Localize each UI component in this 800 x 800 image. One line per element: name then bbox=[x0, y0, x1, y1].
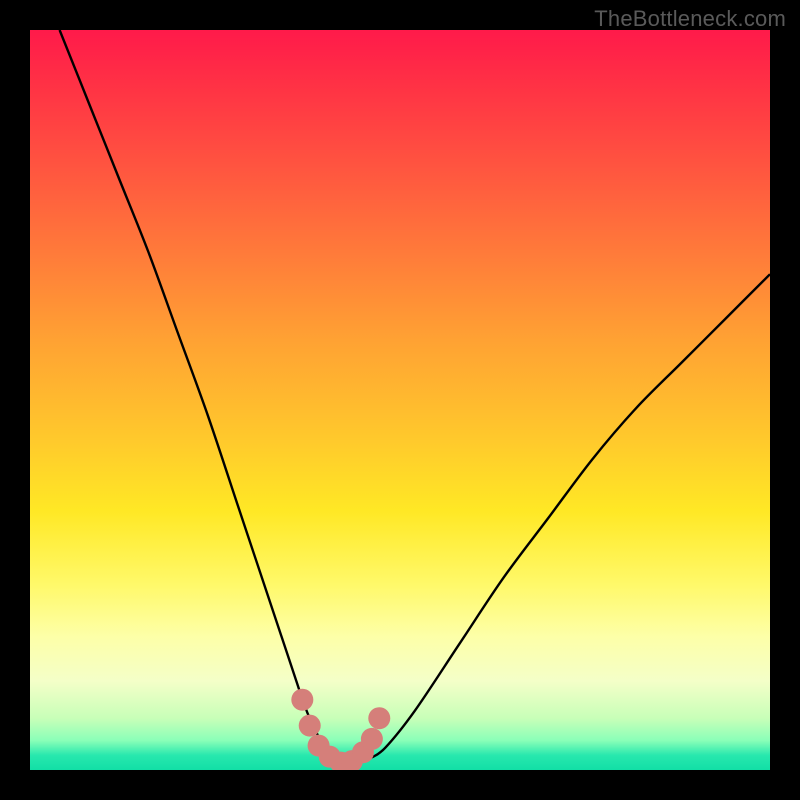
chart-frame: TheBottleneck.com bbox=[0, 0, 800, 800]
bottleneck-curve bbox=[60, 30, 770, 763]
highlight-dot bbox=[299, 715, 321, 737]
highlight-dots bbox=[291, 689, 390, 770]
highlight-dot bbox=[291, 689, 313, 711]
watermark-text: TheBottleneck.com bbox=[594, 6, 786, 32]
plot-area bbox=[30, 30, 770, 770]
curve-layer bbox=[30, 30, 770, 770]
highlight-dot bbox=[368, 707, 390, 729]
highlight-dot bbox=[361, 728, 383, 750]
